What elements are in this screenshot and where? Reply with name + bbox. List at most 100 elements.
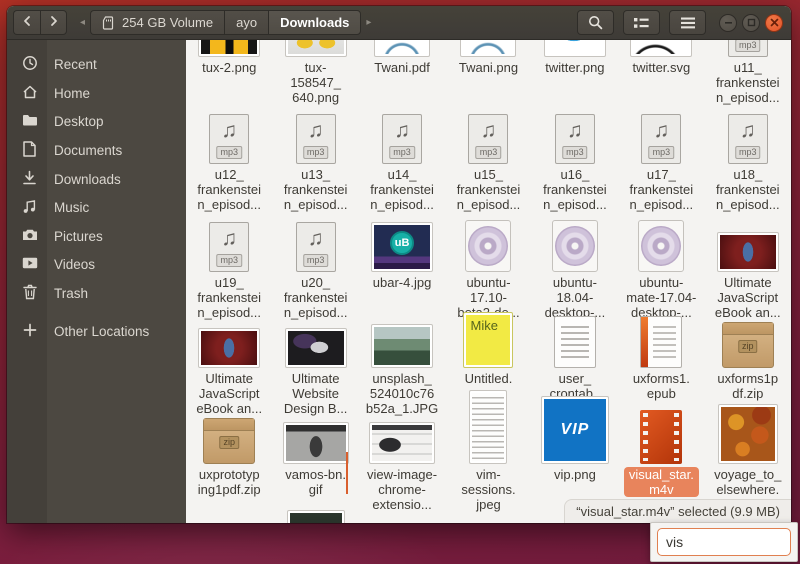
path-segment-254-gb-volume[interactable]: 254 GB Volume (90, 10, 224, 35)
sidebar-item-home[interactable]: Home (7, 78, 186, 107)
sidebar-item-pictures[interactable]: Pictures (7, 221, 186, 250)
file-item[interactable]: mp3u17_ frankenstei n_episod... (618, 108, 704, 214)
file-row: mp3u12_ frankenstei n_episod...mp3u13_ f… (186, 108, 791, 214)
minimize-button[interactable] (719, 14, 737, 32)
thumbnail-text: uB (390, 231, 414, 255)
sidebar-item-videos[interactable]: Videos (7, 249, 186, 278)
drop-indicator (346, 452, 348, 494)
maximize-button[interactable] (742, 14, 760, 32)
sidebar-item-recent[interactable]: Recent (7, 49, 186, 78)
file-label: vim- sessions. jpeg (461, 467, 515, 512)
file-item[interactable]: Ultimate JavaScript eBook an... (186, 310, 272, 416)
file-label: twitter.svg (632, 60, 690, 75)
file-item[interactable]: twitter.svg (618, 40, 704, 108)
file-label: uxprototyp ing1pdf.zip (198, 467, 261, 497)
hamburger-icon (681, 17, 695, 29)
file-type-icon: mp3 (641, 114, 681, 164)
path-segment-label: 254 GB Volume (122, 15, 213, 30)
file-item[interactable]: ubuntu- 18.04- desktop-... (532, 214, 618, 320)
file-item[interactable]: ubuntu- mate-17.04- desktop-... (618, 214, 704, 320)
sidebar-item-label: Recent (54, 57, 97, 72)
file-item[interactable]: ubuntu- 17.10- beta2-de... (445, 214, 531, 320)
path-segment-label: ayo (236, 15, 257, 30)
file-thumbnail (285, 328, 347, 368)
file-label: u15_ frankenstei n_episod... (457, 167, 521, 212)
file-item[interactable]: zipuxforms1p df.zip (705, 310, 791, 416)
sidebar-item-documents[interactable]: Documents (7, 135, 186, 164)
search-input[interactable] (657, 528, 791, 556)
folder-icon (21, 112, 38, 129)
path-segment-ayo[interactable]: ayo (224, 10, 268, 35)
file-item[interactable]: zip uxprototyp ing1pdf.zip (186, 406, 272, 512)
file-type-icon: mp3 (382, 114, 422, 164)
file-thumbnail (198, 328, 260, 368)
sidebar-item-music[interactable]: Music (7, 192, 186, 221)
file-item[interactable]: mp3u14_ frankenstei n_episod... (359, 108, 445, 214)
file-item[interactable]: Twani.png (445, 40, 531, 108)
file-thumbnail (469, 390, 507, 464)
sidebar-item-label: Downloads (54, 172, 121, 187)
sidebar-item-trash[interactable]: Trash (7, 278, 186, 307)
file-item[interactable]: view-image- chrome- extensio... (359, 406, 445, 512)
file-item[interactable]: Twani.pdf (359, 40, 445, 108)
file-item[interactable]: mp3u11_ frankenstei n_episod... (705, 40, 791, 108)
file-item[interactable]: Ultimate JavaScript eBook an... (705, 214, 791, 320)
sidebar-item-desktop[interactable]: Desktop (7, 106, 186, 135)
view-list-button[interactable] (623, 10, 660, 35)
file-item[interactable]: tux-2.png (186, 40, 272, 108)
path-overflow-right[interactable]: ▸ (361, 17, 376, 28)
file-label: vip.png (554, 467, 596, 482)
file-item[interactable] (272, 510, 358, 523)
sidebar-item-other-locations[interactable]: Other Locations (7, 315, 186, 344)
thumbnail-text: Mike (470, 318, 497, 333)
file-item[interactable]: twitter.png (532, 40, 618, 108)
file-item[interactable]: mp3u20_ frankenstei n_episod... (272, 214, 358, 320)
close-button[interactable] (765, 14, 783, 32)
file-item[interactable]: mp3u19_ frankenstei n_episod... (186, 214, 272, 320)
file-thumbnail (717, 232, 779, 272)
file-item[interactable]: visual_star. m4v (618, 406, 704, 512)
file-type-icon (640, 410, 682, 464)
path-segment-label: Downloads (280, 15, 349, 30)
path-segment-downloads[interactable]: Downloads (268, 10, 361, 35)
file-item[interactable]: mp3u15_ frankenstei n_episod... (445, 108, 531, 214)
file-type-icon: zip (722, 322, 774, 368)
filetype-badge: mp3 (649, 146, 675, 159)
file-item[interactable]: tux- 158547_ 640.png (272, 40, 358, 108)
file-type-icon (638, 220, 684, 272)
filetype-badge: zip (219, 436, 239, 449)
search-button[interactable] (577, 10, 614, 35)
file-type-icon: mp3 (555, 114, 595, 164)
file-item[interactable]: unsplash_ 524010c76 b52a_1.JPG (359, 310, 445, 416)
file-item[interactable]: mp3u12_ frankenstei n_episod... (186, 108, 272, 214)
file-type-icon: mp3 (209, 114, 249, 164)
path-bar: 254 GB Volume ayo Downloads (90, 10, 361, 35)
file-thumbnail: Mike (463, 312, 513, 368)
file-type-icon: zip (203, 418, 255, 464)
menu-button[interactable] (669, 10, 706, 35)
file-item[interactable]: Ultimate Website Design B... (272, 310, 358, 416)
file-item[interactable]: VIPvip.png (532, 406, 618, 512)
sidebar-item-label: Music (54, 200, 89, 215)
path-overflow-left[interactable]: ◂ (75, 17, 90, 28)
filetype-badge: mp3 (216, 254, 242, 267)
file-item[interactable]: voyage_to_ elsewhere. jpg (705, 406, 791, 512)
file-type-icon: mp3 (468, 114, 508, 164)
file-item[interactable]: mp3u16_ frankenstei n_episod... (532, 108, 618, 214)
sidebar-item-downloads[interactable]: Downloads (7, 163, 186, 192)
file-item[interactable]: mp3u13_ frankenstei n_episod... (272, 108, 358, 214)
file-label: ubar-4.jpg (373, 275, 432, 290)
forward-button[interactable] (40, 10, 67, 35)
sidebar-item-label: Other Locations (54, 324, 138, 339)
file-item[interactable]: mp3u18_ frankenstei n_episod... (705, 108, 791, 214)
filetype-badge: mp3 (735, 146, 761, 159)
file-row: tux-2.pngtux- 158547_ 640.pngTwani.pdfTw… (186, 40, 791, 108)
file-item[interactable]: vim- sessions. jpeg (445, 406, 531, 512)
back-button[interactable] (13, 10, 40, 35)
file-thumbnail (285, 40, 347, 57)
file-item[interactable]: uxforms1. epub (618, 310, 704, 416)
magnifier-icon (588, 15, 603, 30)
status-badge: “visual_star.m4v” selected (9.9 MB) (564, 499, 791, 523)
file-item[interactable]: uB ubar-4.jpg (359, 214, 445, 320)
file-thumbnail (544, 40, 606, 57)
